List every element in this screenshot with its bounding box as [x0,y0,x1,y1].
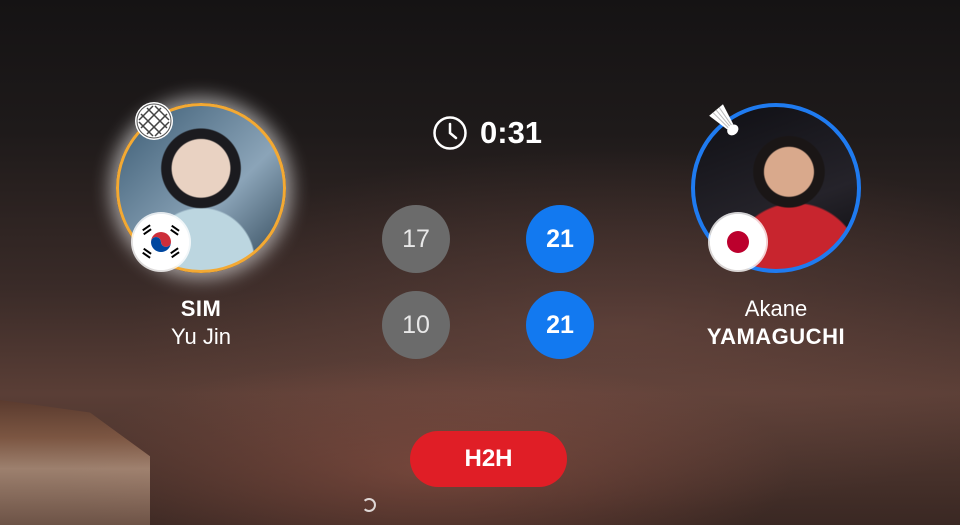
game1-left-score: 17 [382,205,450,273]
background-venue [0,400,150,525]
player-left-given-name: Yu Jin [171,324,231,349]
match-duration: 0:31 [432,115,542,151]
duration-text: 0:31 [480,115,543,150]
south-korea-flag-icon [133,214,189,270]
player-right-avatar-wrap [688,100,864,276]
japan-flag-icon [710,214,766,270]
shuttlecock-icon [706,102,748,144]
player-left-avatar-wrap [113,100,289,276]
player-right-family-name: YAMAGUCHI [706,324,846,349]
player-right-given-name: Akane [744,296,808,321]
h2h-button[interactable]: H2H [410,431,567,487]
player-right[interactable]: Akane YAMAGUCHI [666,100,886,352]
racket-icon [133,100,175,142]
clock-icon [433,116,467,150]
game1-right-score: 21 [526,205,594,273]
game2-right-score: 21 [526,291,594,359]
game2-left-score: 10 [382,291,450,359]
player-left-family-name: SIM [180,296,222,321]
player-left[interactable]: SIM Yu Jin [91,100,311,352]
loading-indicator [362,498,376,512]
